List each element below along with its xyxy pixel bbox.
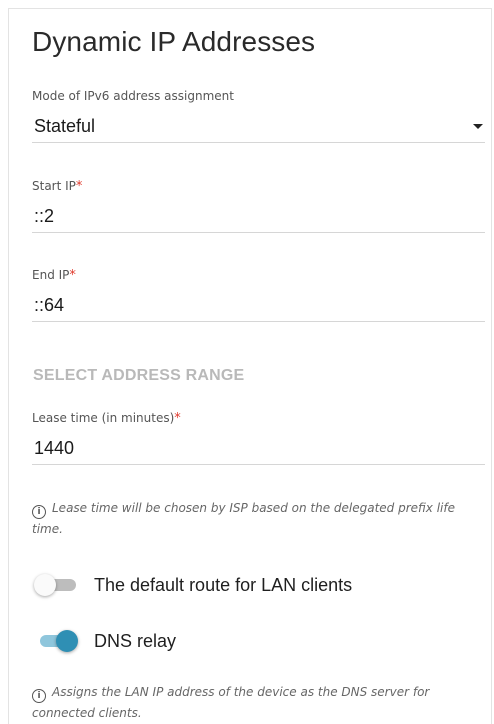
- required-mark: *: [75, 179, 83, 194]
- chevron-down-icon[interactable]: [473, 124, 483, 129]
- toggle-knob: [34, 574, 56, 596]
- dns-relay-hint: i Assigns the LAN IP address of the devic…: [32, 682, 488, 723]
- dns-relay-label: DNS relay: [94, 630, 177, 651]
- lease-time-hint: i Lease time will be chosen by ISP based …: [32, 498, 488, 539]
- lease-time-hint-text: Lease time will be chosen by ISP based o…: [32, 501, 455, 536]
- lease-time-label: Lease time (in minutes): [32, 411, 175, 425]
- info-icon: i: [32, 505, 46, 519]
- start-ip-label-wrap: Start IP*: [32, 179, 485, 197]
- info-icon: i: [32, 689, 46, 703]
- default-route-label: The default route for LAN clients: [94, 574, 353, 595]
- end-ip-label-wrap: End IP*: [32, 268, 485, 286]
- ipv6-mode-label: Mode of IPv6 address assignment: [32, 89, 234, 103]
- start-ip-field: Start IP* ::2: [32, 179, 485, 233]
- required-mark: *: [174, 411, 181, 426]
- start-ip-label: Start IP: [32, 179, 76, 193]
- ipv6-mode-value-wrap[interactable]: Stateful: [32, 116, 485, 142]
- dynamic-ip-card: Dynamic IP Addresses Mode of IPv6 addres…: [8, 8, 492, 724]
- lease-time-label-wrap: Lease time (in minutes)*: [32, 411, 485, 429]
- end-ip-field: End IP* ::64: [32, 268, 485, 322]
- default-route-toggle[interactable]: [34, 572, 80, 598]
- ipv6-mode-value: Stateful: [34, 116, 96, 136]
- start-ip-input[interactable]: ::2: [32, 206, 485, 232]
- dns-relay-hint-text: Assigns the LAN IP address of the device…: [32, 685, 430, 720]
- dns-relay-toggle[interactable]: [34, 628, 80, 654]
- default-route-row: The default route for LAN clients: [34, 571, 352, 599]
- end-ip-label: End IP: [32, 268, 70, 282]
- select-address-range-button[interactable]: SELECT ADDRESS RANGE: [33, 367, 244, 385]
- required-mark: *: [69, 268, 76, 283]
- toggle-knob: [56, 630, 78, 652]
- lease-time-field: Lease time (in minutes)* 1440: [32, 411, 485, 465]
- end-ip-input[interactable]: ::64: [32, 295, 485, 321]
- lease-time-input[interactable]: 1440: [32, 438, 485, 464]
- dns-relay-row: DNS relay: [34, 627, 176, 655]
- page-title: Dynamic IP Addresses: [32, 26, 316, 57]
- ipv6-mode-select[interactable]: Mode of IPv6 address assignment Stateful: [32, 89, 485, 143]
